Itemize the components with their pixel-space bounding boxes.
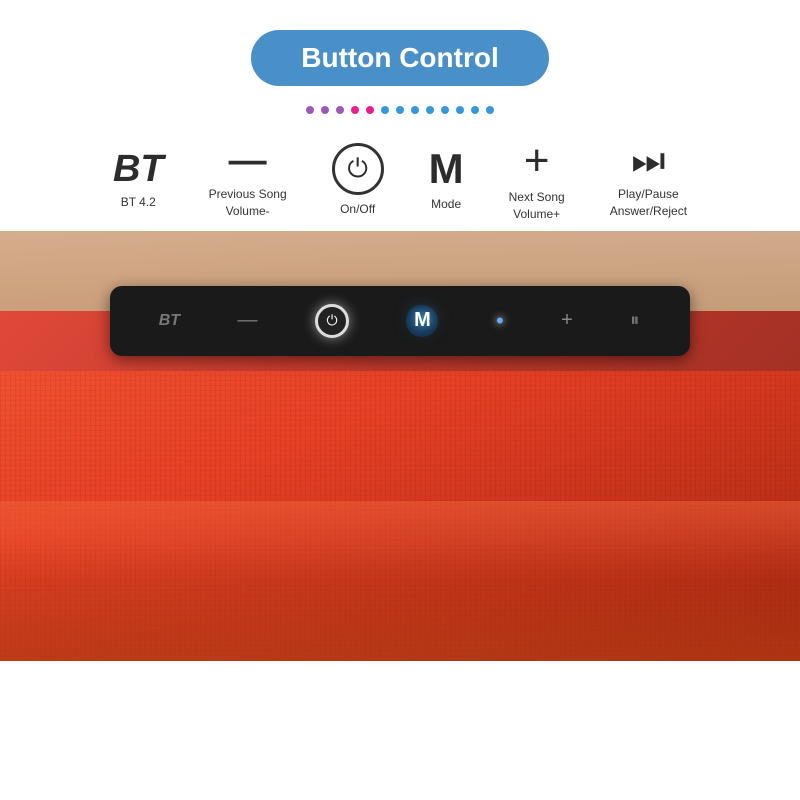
- next-label: Next Song Volume+: [509, 189, 565, 223]
- power-icon: ⏻: [332, 143, 384, 195]
- playpause-label: Play/Pause Answer/Reject: [610, 186, 687, 220]
- speaker-section: BT — ⏻ M • + ⏸: [0, 231, 800, 661]
- panel-bt: BT: [159, 312, 180, 330]
- dot-11: [456, 106, 464, 114]
- panel-dot: •: [496, 308, 504, 334]
- previous-label: Previous Song Volume-: [209, 186, 287, 220]
- speaker-background: BT — ⏻ M • + ⏸: [0, 231, 800, 661]
- control-bt: BT BT 4.2: [113, 150, 164, 211]
- panel-playpause: ⏸: [630, 310, 641, 331]
- panel-power: ⏻: [315, 304, 349, 338]
- panel-minus: —: [238, 309, 258, 332]
- mode-label: Mode: [431, 196, 461, 213]
- mode-icon: M: [429, 148, 464, 190]
- minus-icon: —: [229, 142, 267, 180]
- control-playpause: ⏭ Play/Pause Answer/Reject: [610, 142, 687, 220]
- controls-row: BT BT 4.2 — Previous Song Volume- ⏻ On/O…: [20, 139, 780, 223]
- power-label: On/Off: [340, 201, 375, 218]
- control-previous: — Previous Song Volume-: [209, 142, 287, 220]
- top-section: Button Control BT BT 4.2: [0, 0, 800, 223]
- dot-10: [441, 106, 449, 114]
- dot-5: [366, 106, 374, 114]
- page-title: Button Control: [301, 42, 499, 73]
- dot-1: [306, 106, 314, 114]
- decorative-dots: [20, 106, 780, 114]
- panel-plus: +: [561, 309, 573, 332]
- title-badge: Button Control: [251, 30, 549, 86]
- playpause-icon: ⏭: [631, 142, 665, 180]
- button-panel: BT — ⏻ M • + ⏸: [110, 286, 690, 356]
- bt-label: BT 4.2: [121, 194, 156, 211]
- speaker-body: [0, 371, 800, 661]
- dot-13: [486, 106, 494, 114]
- bt-icon: BT: [113, 150, 164, 188]
- dot-3: [336, 106, 344, 114]
- dot-12: [471, 106, 479, 114]
- control-next: + Next Song Volume+: [509, 139, 565, 223]
- panel-mode: M: [406, 305, 438, 337]
- plus-icon: +: [524, 139, 550, 183]
- dot-8: [411, 106, 419, 114]
- bottom-light: [0, 541, 800, 661]
- control-power: ⏻ On/Off: [332, 143, 384, 218]
- dot-9: [426, 106, 434, 114]
- control-mode: M Mode: [429, 148, 464, 213]
- dot-6: [381, 106, 389, 114]
- dot-7: [396, 106, 404, 114]
- dot-2: [321, 106, 329, 114]
- panel-power-icon: ⏻: [326, 312, 337, 329]
- dot-4: [351, 106, 359, 114]
- page-container: Button Control BT BT 4.2: [0, 0, 800, 661]
